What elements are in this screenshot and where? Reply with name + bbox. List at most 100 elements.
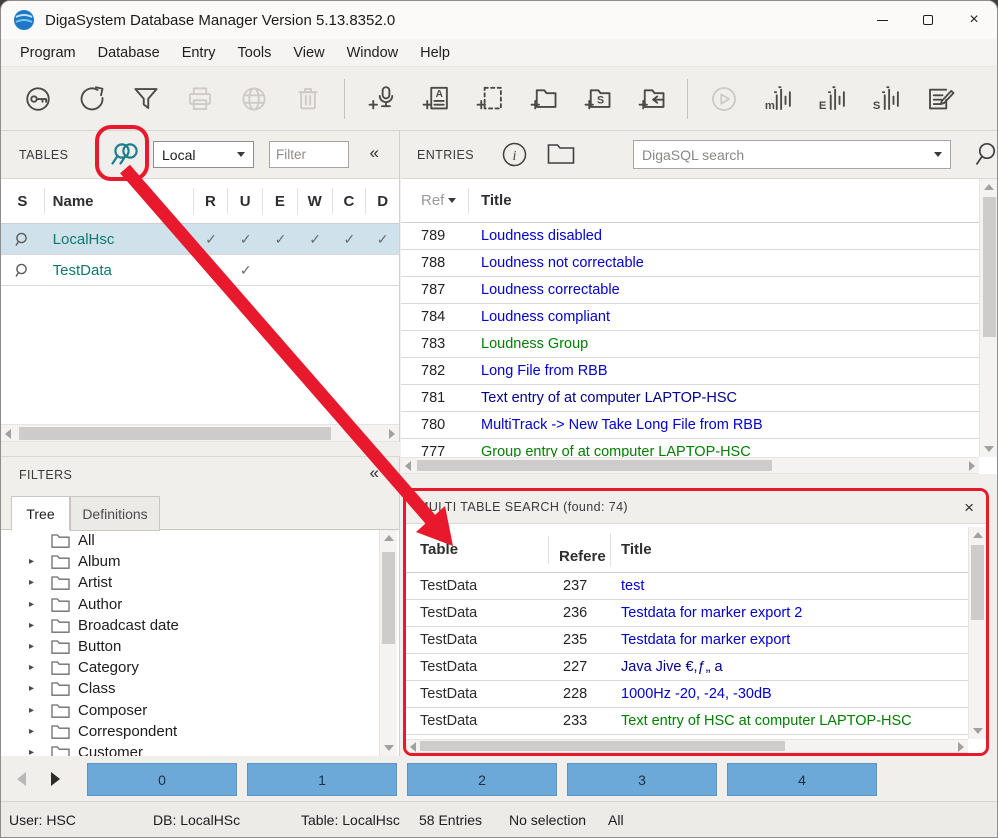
result-title[interactable]: Java Jive €,ƒ„ a xyxy=(611,659,723,675)
info-icon[interactable]: i xyxy=(501,141,528,173)
menu-program[interactable]: Program xyxy=(9,45,87,61)
entry-row[interactable]: 780MultiTrack -> New Take Long File from… xyxy=(401,412,979,439)
result-title[interactable]: Testdata for marker export 2 xyxy=(611,605,802,621)
table-row[interactable]: LocalHsc ✓ ✓ ✓ ✓ ✓ ✓ xyxy=(1,224,399,255)
filters-vertical-scrollbar[interactable] xyxy=(379,530,397,756)
tree-item-broadcast-date[interactable]: ▸Broadcast date xyxy=(1,615,379,636)
tree-item-artist[interactable]: ▸Artist xyxy=(1,572,379,593)
entries-horizontal-scrollbar[interactable] xyxy=(401,457,979,474)
search-result-row[interactable]: TestData237test xyxy=(406,573,968,600)
column-header-d[interactable]: D xyxy=(366,188,399,214)
close-icon[interactable]: × xyxy=(964,499,974,516)
expander-icon[interactable]: ▸ xyxy=(29,641,41,652)
entry-title[interactable]: Loudness disabled xyxy=(469,228,602,244)
page-button-4[interactable]: 4 xyxy=(727,763,877,796)
minimize-button[interactable] xyxy=(859,1,905,39)
entry-title[interactable]: Loudness compliant xyxy=(469,309,610,325)
tree-item-correspondent[interactable]: ▸Correspondent xyxy=(1,721,379,742)
search-result-row[interactable]: TestData233Text entry of HSC at computer… xyxy=(406,708,968,735)
tree-item-class[interactable]: ▸Class xyxy=(1,678,379,699)
maximize-button[interactable] xyxy=(905,1,951,39)
filters-collapse-chevron[interactable]: « xyxy=(370,464,379,481)
waveform-m-icon[interactable]: m xyxy=(761,82,795,116)
search-result-row[interactable]: TestData235Testdata for marker export xyxy=(406,627,968,654)
expander-icon[interactable]: ▸ xyxy=(29,747,41,756)
page-button-1[interactable]: 1 xyxy=(247,763,397,796)
digasql-search-dropdown[interactable]: DigaSQL search xyxy=(633,140,951,169)
expander-icon[interactable]: ▸ xyxy=(29,620,41,631)
mts-vertical-scrollbar[interactable] xyxy=(968,527,986,739)
column-header-ref[interactable]: Ref xyxy=(401,188,469,214)
folder-icon[interactable] xyxy=(547,143,575,170)
column-header-c[interactable]: C xyxy=(333,188,367,214)
tables-horizontal-scrollbar[interactable] xyxy=(1,424,399,442)
expander-icon[interactable]: ▸ xyxy=(29,662,41,673)
add-text-entry-icon[interactable]: A xyxy=(418,82,452,116)
entry-row[interactable]: 783Loudness Group xyxy=(401,331,979,358)
entry-title[interactable]: Loudness correctable xyxy=(469,282,620,298)
expander-icon[interactable]: ▸ xyxy=(29,705,41,716)
menu-window[interactable]: Window xyxy=(336,45,410,61)
column-header-reference[interactable]: Refere xyxy=(549,533,611,567)
page-button-2[interactable]: 2 xyxy=(407,763,557,796)
search-result-row[interactable]: TestData2281000Hz -20, -24, -30dB xyxy=(406,681,968,708)
add-audio-entry-icon[interactable] xyxy=(364,82,398,116)
result-title[interactable]: Text entry of HSC at computer LAPTOP-HSC xyxy=(611,713,912,729)
column-header-w[interactable]: W xyxy=(298,188,333,214)
entry-title[interactable]: Group entry of at computer LAPTOP-HSC xyxy=(469,444,751,457)
menu-database[interactable]: Database xyxy=(87,45,171,61)
pages-next-icon[interactable] xyxy=(51,772,60,786)
entry-row[interactable]: 782Long File from RBB xyxy=(401,358,979,385)
column-header-title[interactable]: Title xyxy=(469,192,512,209)
entry-row[interactable]: 789Loudness disabled xyxy=(401,223,979,250)
page-button-0[interactable]: 0 xyxy=(87,763,237,796)
waveform-e-icon[interactable]: E xyxy=(815,82,849,116)
search-icon[interactable] xyxy=(973,141,997,172)
tab-definitions[interactable]: Definitions xyxy=(70,496,160,531)
result-title[interactable]: 1000Hz -20, -24, -30dB xyxy=(611,686,772,702)
close-button[interactable]: × xyxy=(951,1,997,39)
expander-icon[interactable]: ▸ xyxy=(29,683,41,694)
tree-item-author[interactable]: ▸Author xyxy=(1,594,379,615)
search-result-row[interactable]: TestData227Java Jive €,ƒ„ a xyxy=(406,654,968,681)
entry-title[interactable]: Loudness not correctable xyxy=(469,255,644,271)
waveform-s-icon[interactable]: S xyxy=(869,82,903,116)
table-scope-dropdown[interactable]: Local xyxy=(153,141,254,168)
edit-entry-icon[interactable] xyxy=(923,82,957,116)
column-header-u[interactable]: U xyxy=(228,188,263,214)
result-title[interactable]: test xyxy=(611,578,644,594)
menu-view[interactable]: View xyxy=(282,45,335,61)
entry-row[interactable]: 781Text entry of at computer LAPTOP-HSC xyxy=(401,385,979,412)
tree-item-customer[interactable]: ▸Customer xyxy=(1,742,379,756)
tab-tree[interactable]: Tree xyxy=(11,496,70,531)
tree-item-composer[interactable]: ▸Composer xyxy=(1,700,379,721)
column-header-e[interactable]: E xyxy=(263,188,298,214)
entry-title[interactable]: Long File from RBB xyxy=(469,363,608,379)
tree-item-album[interactable]: ▸Album xyxy=(1,551,379,572)
column-header-title[interactable]: Title xyxy=(611,541,652,558)
entry-title[interactable]: Loudness Group xyxy=(469,336,588,352)
column-header-s[interactable]: S xyxy=(1,188,45,214)
add-selection-entry-icon[interactable] xyxy=(472,82,506,116)
expander-icon[interactable]: ▸ xyxy=(29,726,41,737)
expander-icon[interactable]: ▸ xyxy=(29,577,41,588)
entry-row[interactable]: 777Group entry of at computer LAPTOP-HSC xyxy=(401,439,979,457)
column-header-name[interactable]: Name xyxy=(45,188,194,214)
add-folder-icon[interactable] xyxy=(526,82,560,116)
entry-title[interactable]: Text entry of at computer LAPTOP-HSC xyxy=(469,390,737,406)
entry-row[interactable]: 787Loudness correctable xyxy=(401,277,979,304)
mts-horizontal-scrollbar[interactable] xyxy=(406,739,968,753)
tables-collapse-chevron[interactable]: « xyxy=(370,144,379,161)
pages-prev-icon[interactable] xyxy=(17,772,26,786)
tree-item-button[interactable]: ▸Button xyxy=(1,636,379,657)
page-button-3[interactable]: 3 xyxy=(567,763,717,796)
tree-item-category[interactable]: ▸Category xyxy=(1,657,379,678)
result-title[interactable]: Testdata for marker export xyxy=(611,632,790,648)
menu-tools[interactable]: Tools xyxy=(227,45,283,61)
expander-icon[interactable]: ▸ xyxy=(29,556,41,567)
column-header-table[interactable]: Table xyxy=(406,536,549,564)
entry-title[interactable]: MultiTrack -> New Take Long File from RB… xyxy=(469,417,763,433)
menu-help[interactable]: Help xyxy=(409,45,461,61)
table-row[interactable]: TestData ✓ ✓ xyxy=(1,255,399,286)
expander-icon[interactable]: ▸ xyxy=(29,599,41,610)
